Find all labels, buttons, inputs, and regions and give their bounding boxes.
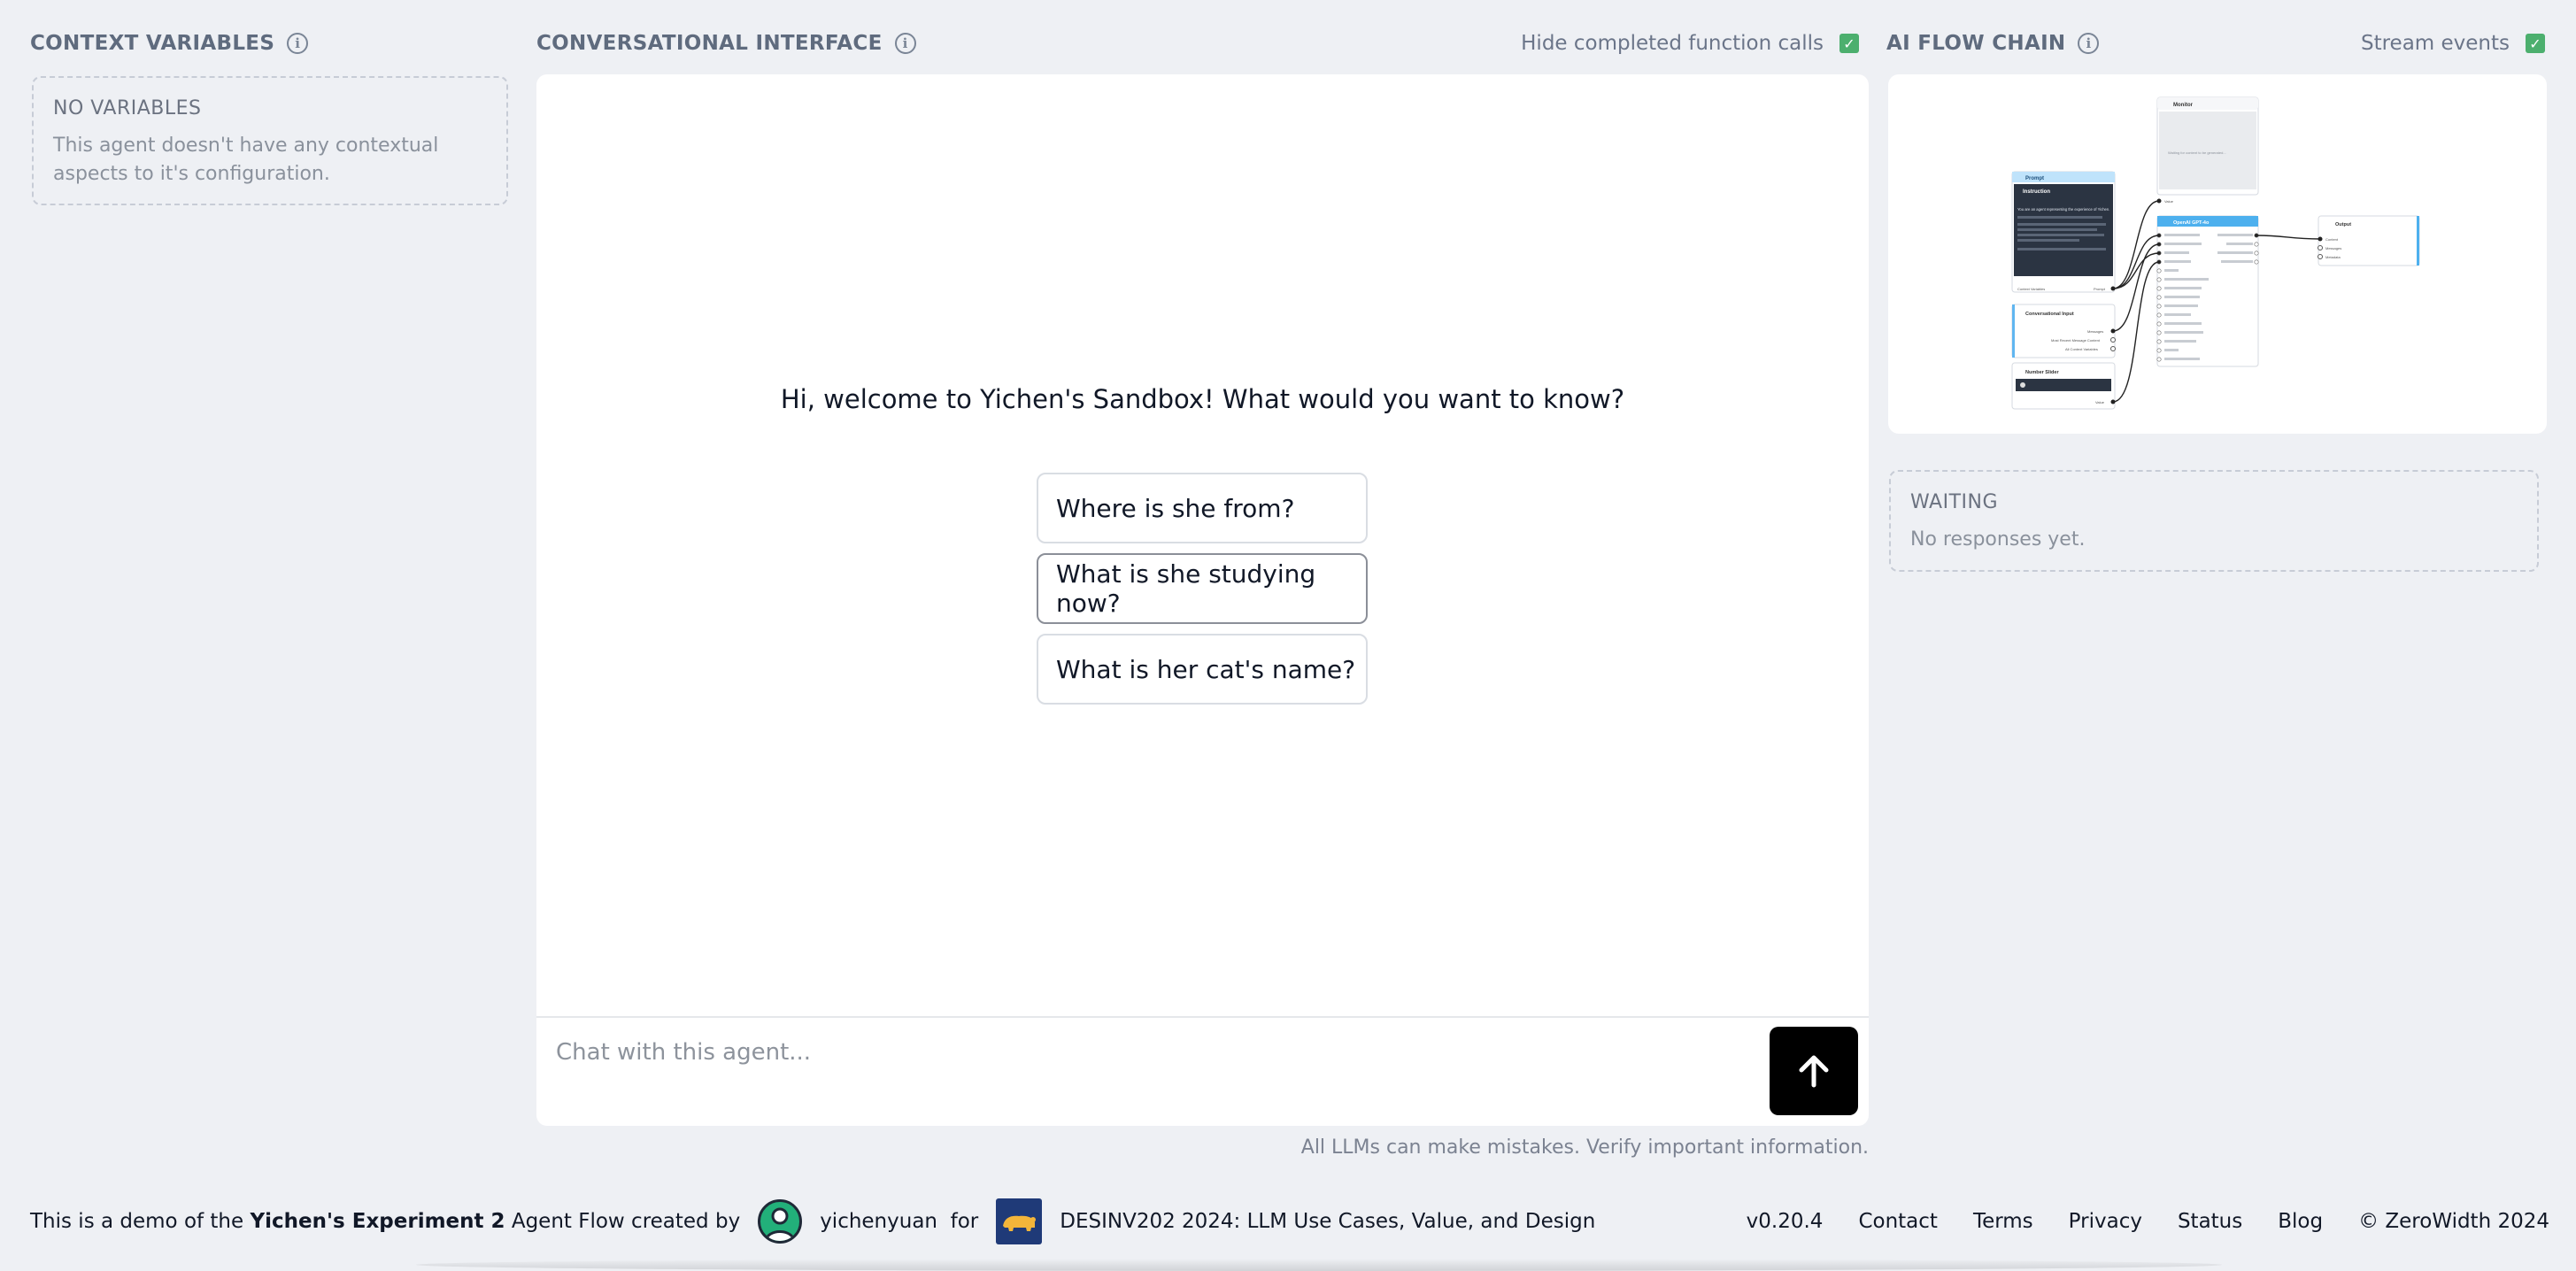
conversational-interface-heading: CONVERSATIONAL INTERFACE i: [536, 32, 916, 55]
monitor-label: Monitor: [2173, 103, 2194, 108]
chat-input-bar: Chat with this agent...: [536, 1016, 1869, 1126]
blog-link[interactable]: Blog: [2278, 1210, 2323, 1233]
stream-events-toggle[interactable]: Stream events ✓: [2361, 32, 2545, 55]
slider-value-port: Value: [2095, 400, 2105, 404]
footer: This is a demo of the Yichen's Experimen…: [30, 1198, 2549, 1244]
monitor-value-port: Value: [2164, 199, 2174, 204]
waiting-box: WAITING No responses yet.: [1889, 470, 2539, 572]
chat-panel: Hi, welcome to Yichen's Sandbox! What wo…: [536, 74, 1869, 1126]
output-node[interactable]: Output Content Messages Metadata: [2318, 215, 2420, 266]
context-variables-title: CONTEXT VARIABLES: [30, 32, 275, 55]
stream-events-label: Stream events: [2360, 32, 2510, 55]
openai-node[interactable]: OpenAI GPT-4o: [2156, 215, 2259, 367]
most-recent-port: Most Recent Message Content: [2051, 338, 2101, 343]
arrow-up-icon: [1799, 1055, 1829, 1088]
info-icon[interactable]: i: [2078, 33, 2100, 54]
messages-port: Messages: [2087, 329, 2103, 334]
instruction-label: Instruction: [2023, 189, 2050, 195]
hide-completed-label: Hide completed function calls: [1521, 32, 1824, 55]
waiting-title: WAITING: [1910, 491, 1999, 513]
flow-diagram[interactable]: Monitor Waiting for content to be genera…: [1888, 74, 2547, 434]
chat-input[interactable]: Chat with this agent...: [556, 1039, 811, 1066]
suggestion-button[interactable]: What is her cat's name?: [1037, 634, 1368, 705]
info-icon[interactable]: i: [287, 33, 309, 54]
suggestion-button[interactable]: Where is she from?: [1037, 473, 1368, 543]
context-variables-heading: CONTEXT VARIABLES i: [30, 32, 309, 55]
prompt-node[interactable]: Prompt Instruction You are an agent repr…: [2011, 171, 2116, 293]
welcome-message: Hi, welcome to Yichen's Sandbox! What wo…: [780, 384, 1625, 414]
ai-flow-chain-heading: AI FLOW CHAIN i: [1886, 32, 2100, 55]
number-slider-node[interactable]: Number Slider Value: [2011, 362, 2116, 410]
stream-events-checkbox[interactable]: ✓: [2526, 34, 2545, 53]
copyright-text: © ZeroWidth 2024: [2358, 1210, 2549, 1233]
contact-link[interactable]: Contact: [1858, 1210, 1937, 1233]
person-icon: [764, 1207, 796, 1241]
no-variables-box: NO VARIABLES This agent doesn't have any…: [32, 76, 508, 205]
status-link[interactable]: Status: [2178, 1210, 2242, 1233]
all-context-port: All Context Variables: [2065, 347, 2098, 351]
context-variables-port: Context Variables: [2017, 287, 2045, 291]
messages-out-port: Messages: [2325, 246, 2341, 250]
username-link[interactable]: yichenyuan: [820, 1210, 937, 1233]
monitor-text: Waiting for content to be generated...: [2168, 150, 2226, 155]
waiting-text: No responses yet.: [1910, 528, 2086, 551]
footer-prefix: This is a demo of the: [30, 1210, 244, 1233]
suggestion-button[interactable]: What is she studying now?: [1037, 553, 1368, 624]
output-label: Output: [2335, 222, 2351, 227]
disclaimer-text: All LLMs can make mistakes. Verify impor…: [1300, 1136, 1869, 1159]
footer-mid: Agent Flow created by: [511, 1210, 741, 1233]
number-slider-label: Number Slider: [2025, 370, 2059, 375]
prompt-port: Prompt: [2094, 287, 2106, 291]
footer-for: for: [950, 1210, 979, 1233]
conversational-interface-title: CONVERSATIONAL INTERFACE: [536, 32, 883, 55]
footer-links: v0.20.4 Contact Terms Privacy Status Blo…: [1747, 1210, 2549, 1233]
conversational-input-label: Conversational Input: [2025, 312, 2074, 317]
course-link[interactable]: DESINV202 2024: LLM Use Cases, Value, an…: [1060, 1210, 1595, 1233]
instruction-text: You are an agent representing the experi…: [2017, 207, 2109, 212]
no-variables-text: This agent doesn't have any contextual a…: [53, 135, 439, 185]
bottom-shadow: [416, 1259, 2222, 1271]
version-link[interactable]: v0.20.4: [1747, 1210, 1824, 1233]
info-icon[interactable]: i: [894, 33, 916, 54]
flow-diagram-panel[interactable]: Monitor Waiting for content to be genera…: [1888, 74, 2547, 434]
hide-completed-checkbox[interactable]: ✓: [1839, 34, 1859, 53]
hide-completed-toggle[interactable]: Hide completed function calls ✓: [1521, 32, 1859, 55]
send-button[interactable]: [1770, 1027, 1858, 1115]
metadata-port: Metadata: [2325, 255, 2341, 259]
bear-logo-icon: [996, 1198, 1043, 1244]
content-port: Content: [2325, 237, 2339, 242]
conversational-input-node[interactable]: Conversational Input Messages Most Recen…: [2011, 304, 2116, 358]
agent-name-link[interactable]: Yichen's Experiment 2: [250, 1210, 505, 1233]
privacy-link[interactable]: Privacy: [2069, 1210, 2142, 1233]
prompt-label: Prompt: [2025, 176, 2044, 181]
no-variables-title: NO VARIABLES: [53, 97, 202, 119]
terms-link[interactable]: Terms: [1973, 1210, 2033, 1233]
monitor-node[interactable]: Monitor Waiting for content to be genera…: [2156, 96, 2259, 204]
user-avatar[interactable]: [758, 1199, 803, 1244]
ai-flow-chain-title: AI FLOW CHAIN: [1886, 32, 2066, 55]
openai-label: OpenAI GPT-4o: [2173, 220, 2210, 226]
